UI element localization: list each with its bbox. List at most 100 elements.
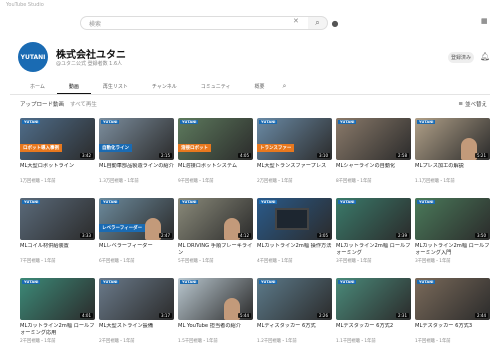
- video-card[interactable]: YUTANI 4:12 ML DRIVING 手順ブレーキライン 5千回視聴・1年前: [178, 198, 253, 272]
- channel-tabs: ホーム 動画 再生リスト チャンネル コミュニティ 概要 ⌕: [18, 80, 488, 94]
- video-card[interactable]: YUTANI 3:33 MLコイル材供給装置 7千回視聴・1年前: [20, 198, 95, 272]
- brand-logo: YUTANI: [338, 200, 357, 204]
- thumbnail-caption: 自動化ライン: [99, 144, 132, 152]
- filter-label[interactable]: アップロード動画: [20, 100, 64, 108]
- video-card[interactable]: YUTANI トランスファー 3:10 ML大型トランスファープレス 2万回視聴・1年前: [257, 118, 332, 192]
- video-meta: 5千回視聴・1年前: [178, 259, 214, 264]
- video-card[interactable]: YUTANI 3:17 ML大型ストライン設備 2千回視聴・1年前: [99, 278, 174, 350]
- brand-logo: YUTANI: [22, 280, 41, 284]
- search-input-text: 検索: [89, 20, 102, 28]
- video-thumbnail[interactable]: YUTANI 5:21: [415, 118, 490, 160]
- tab-playlists[interactable]: 再生リスト: [91, 80, 140, 94]
- video-card[interactable]: YUTANI レベラーフィーダー 2:47 MLレベラーフィーダー 6千回視聴・1年前: [99, 198, 174, 272]
- video-title[interactable]: MLシャーラインの自動化: [336, 163, 411, 177]
- video-thumbnail[interactable]: YUTANI 自動化ライン 2:15: [99, 118, 174, 160]
- close-icon[interactable]: ✕: [293, 17, 299, 25]
- video-thumbnail[interactable]: YUTANI 4:01: [20, 278, 95, 320]
- duration-badge: 4:05: [238, 153, 251, 158]
- video-card[interactable]: YUTANI 2:31 MLデスタッカー 6方式2 1.1千回視聴・1年前: [336, 278, 411, 350]
- video-card[interactable]: YUTANI 2:58 MLシャーラインの自動化 8千回視聴・1年前: [336, 118, 411, 192]
- search-input[interactable]: 検索: [80, 16, 318, 30]
- video-meta: 1.3万回視聴・1年前: [99, 179, 139, 184]
- duration-badge: 5:44: [238, 313, 251, 318]
- video-thumbnail[interactable]: YUTANI レベラーフィーダー 2:47: [99, 198, 174, 240]
- video-title[interactable]: ML YouTube 担当者の紹介: [178, 323, 253, 337]
- video-thumbnail[interactable]: YUTANI 3:50: [415, 198, 490, 240]
- video-thumbnail[interactable]: YUTANI 2:26: [257, 278, 332, 320]
- video-title[interactable]: MLデスタッカー 6方式3: [415, 323, 490, 337]
- avatar[interactable]: YUTANI: [18, 42, 48, 72]
- video-thumbnail[interactable]: YUTANI 4:12: [178, 198, 253, 240]
- sort-button[interactable]: ≡ 並べ替え: [458, 99, 487, 109]
- video-card[interactable]: YUTANI 3:05 MLカットライン2m幅 操作方法 4千回視聴・1年前: [257, 198, 332, 272]
- video-title[interactable]: MLカットライン2m幅 操作方法: [257, 243, 332, 257]
- thumbnail-caption: ロボット導入事例: [20, 144, 62, 152]
- video-thumbnail[interactable]: YUTANI 3:33: [20, 198, 95, 240]
- video-thumbnail[interactable]: YUTANI ロボット導入事例 3:42: [20, 118, 95, 160]
- tab-home[interactable]: ホーム: [18, 80, 57, 94]
- video-thumbnail[interactable]: YUTANI 2:39: [336, 198, 411, 240]
- tab-about[interactable]: 概要: [242, 80, 276, 94]
- video-title[interactable]: MLデスタッカー 6方式2: [336, 323, 411, 337]
- video-thumbnail[interactable]: YUTANI 2:31: [336, 278, 411, 320]
- tab-videos[interactable]: 動画: [56, 80, 91, 94]
- search-icon: ⌕: [315, 18, 320, 27]
- tab-community[interactable]: コミュニティ: [189, 80, 243, 94]
- video-card[interactable]: YUTANI 溶接ロボット 4:05 ML溶接ロボットシステム 9千回視聴・1年前: [178, 118, 253, 192]
- video-thumbnail[interactable]: YUTANI 2:58: [336, 118, 411, 160]
- brand-logo: YUTANI: [417, 200, 436, 204]
- video-thumbnail[interactable]: YUTANI 溶接ロボット 4:05: [178, 118, 253, 160]
- video-title[interactable]: ML DRIVING 手順ブレーキライン: [178, 243, 253, 257]
- control-panel-screen: [275, 208, 309, 230]
- duration-badge: 3:33: [80, 233, 93, 238]
- video-card[interactable]: YUTANI 4:01 MLカットライン2m幅 ロールフォーミング応用 2千回視聴・1…: [20, 278, 95, 350]
- duration-badge: 2:15: [159, 153, 172, 158]
- video-card[interactable]: YUTANI ロボット導入事例 3:42 ML大型ロボットライン 1万回視聴・1年前: [20, 118, 95, 192]
- duration-badge: 2:31: [396, 313, 409, 318]
- brand-logo: YUTANI: [417, 120, 436, 124]
- video-thumbnail[interactable]: YUTANI トランスファー 3:10: [257, 118, 332, 160]
- duration-badge: 2:44: [475, 313, 488, 318]
- brand-logo: YUTANI: [180, 120, 199, 124]
- video-card[interactable]: YUTANI 自動化ライン 2:15 ML自動車部品製造ラインの紹介 1.3万回視聴・1…: [99, 118, 174, 192]
- video-card[interactable]: YUTANI 5:44 ML YouTube 担当者の紹介 1.5千回視聴・1年前: [178, 278, 253, 350]
- video-card[interactable]: YUTANI 2:26 MLディスタッカー 6方式 1.2千回視聴・1年前: [257, 278, 332, 350]
- video-meta: 3千回視聴・1年前: [336, 259, 372, 264]
- video-title[interactable]: MLプレス加工の解説: [415, 163, 490, 177]
- thumbnail-caption: トランスファー: [257, 144, 295, 152]
- video-card[interactable]: YUTANI 3:50 MLカットライン2m幅 ロールフォーミング入門 3千回視聴・1…: [415, 198, 490, 272]
- brand-logo: YUTANI: [101, 200, 120, 204]
- bell-icon[interactable]: 🔔︎: [480, 52, 490, 61]
- video-title[interactable]: ML自動車部品製造ラインの紹介: [99, 163, 174, 177]
- video-title[interactable]: MLレベラーフィーダー: [99, 243, 174, 257]
- video-thumbnail[interactable]: YUTANI 5:44: [178, 278, 253, 320]
- mic-icon[interactable]: ●: [330, 17, 340, 29]
- video-title[interactable]: MLコイル材供給装置: [20, 243, 95, 257]
- video-title[interactable]: MLディスタッカー 6方式: [257, 323, 332, 337]
- brand-logo: YUTANI: [180, 200, 199, 204]
- video-thumbnail[interactable]: YUTANI 3:17: [99, 278, 174, 320]
- channel-search-icon[interactable]: ⌕: [276, 80, 292, 94]
- video-title[interactable]: MLカットライン2m幅 ロールフォーミング: [336, 243, 411, 257]
- apps-icon[interactable]: ▦: [481, 17, 488, 25]
- duration-badge: 3:42: [80, 153, 93, 158]
- video-thumbnail[interactable]: YUTANI 2:44: [415, 278, 490, 320]
- video-meta: 1.5千回視聴・1年前: [178, 339, 218, 344]
- video-title[interactable]: MLカットライン2m幅 ロールフォーミング入門: [415, 243, 490, 257]
- subscribe-button[interactable]: 登録済み: [448, 52, 474, 63]
- video-title[interactable]: ML大型ストライン設備: [99, 323, 174, 337]
- video-title[interactable]: ML大型ロボットライン: [20, 163, 95, 177]
- video-title[interactable]: ML大型トランスファープレス: [257, 163, 332, 177]
- video-meta: 9千回視聴・1年前: [178, 179, 214, 184]
- video-title[interactable]: ML溶接ロボットシステム: [178, 163, 253, 177]
- search-button[interactable]: ⌕: [308, 16, 328, 30]
- duration-badge: 2:26: [317, 313, 330, 318]
- video-card[interactable]: YUTANI 2:39 MLカットライン2m幅 ロールフォーミング 3千回視聴・1年前: [336, 198, 411, 272]
- video-card[interactable]: YUTANI 2:44 MLデスタッカー 6方式3 1千回視聴・1年前: [415, 278, 490, 350]
- video-title[interactable]: MLカットライン2m幅 ロールフォーミング応用: [20, 323, 95, 337]
- tab-channels[interactable]: チャンネル: [140, 80, 189, 94]
- duration-badge: 3:50: [475, 233, 488, 238]
- play-all-link[interactable]: すべて再生: [70, 100, 97, 108]
- video-card[interactable]: YUTANI 5:21 MLプレス加工の解説 1.1万回視聴・1年前: [415, 118, 490, 192]
- video-thumbnail[interactable]: YUTANI 3:05: [257, 198, 332, 240]
